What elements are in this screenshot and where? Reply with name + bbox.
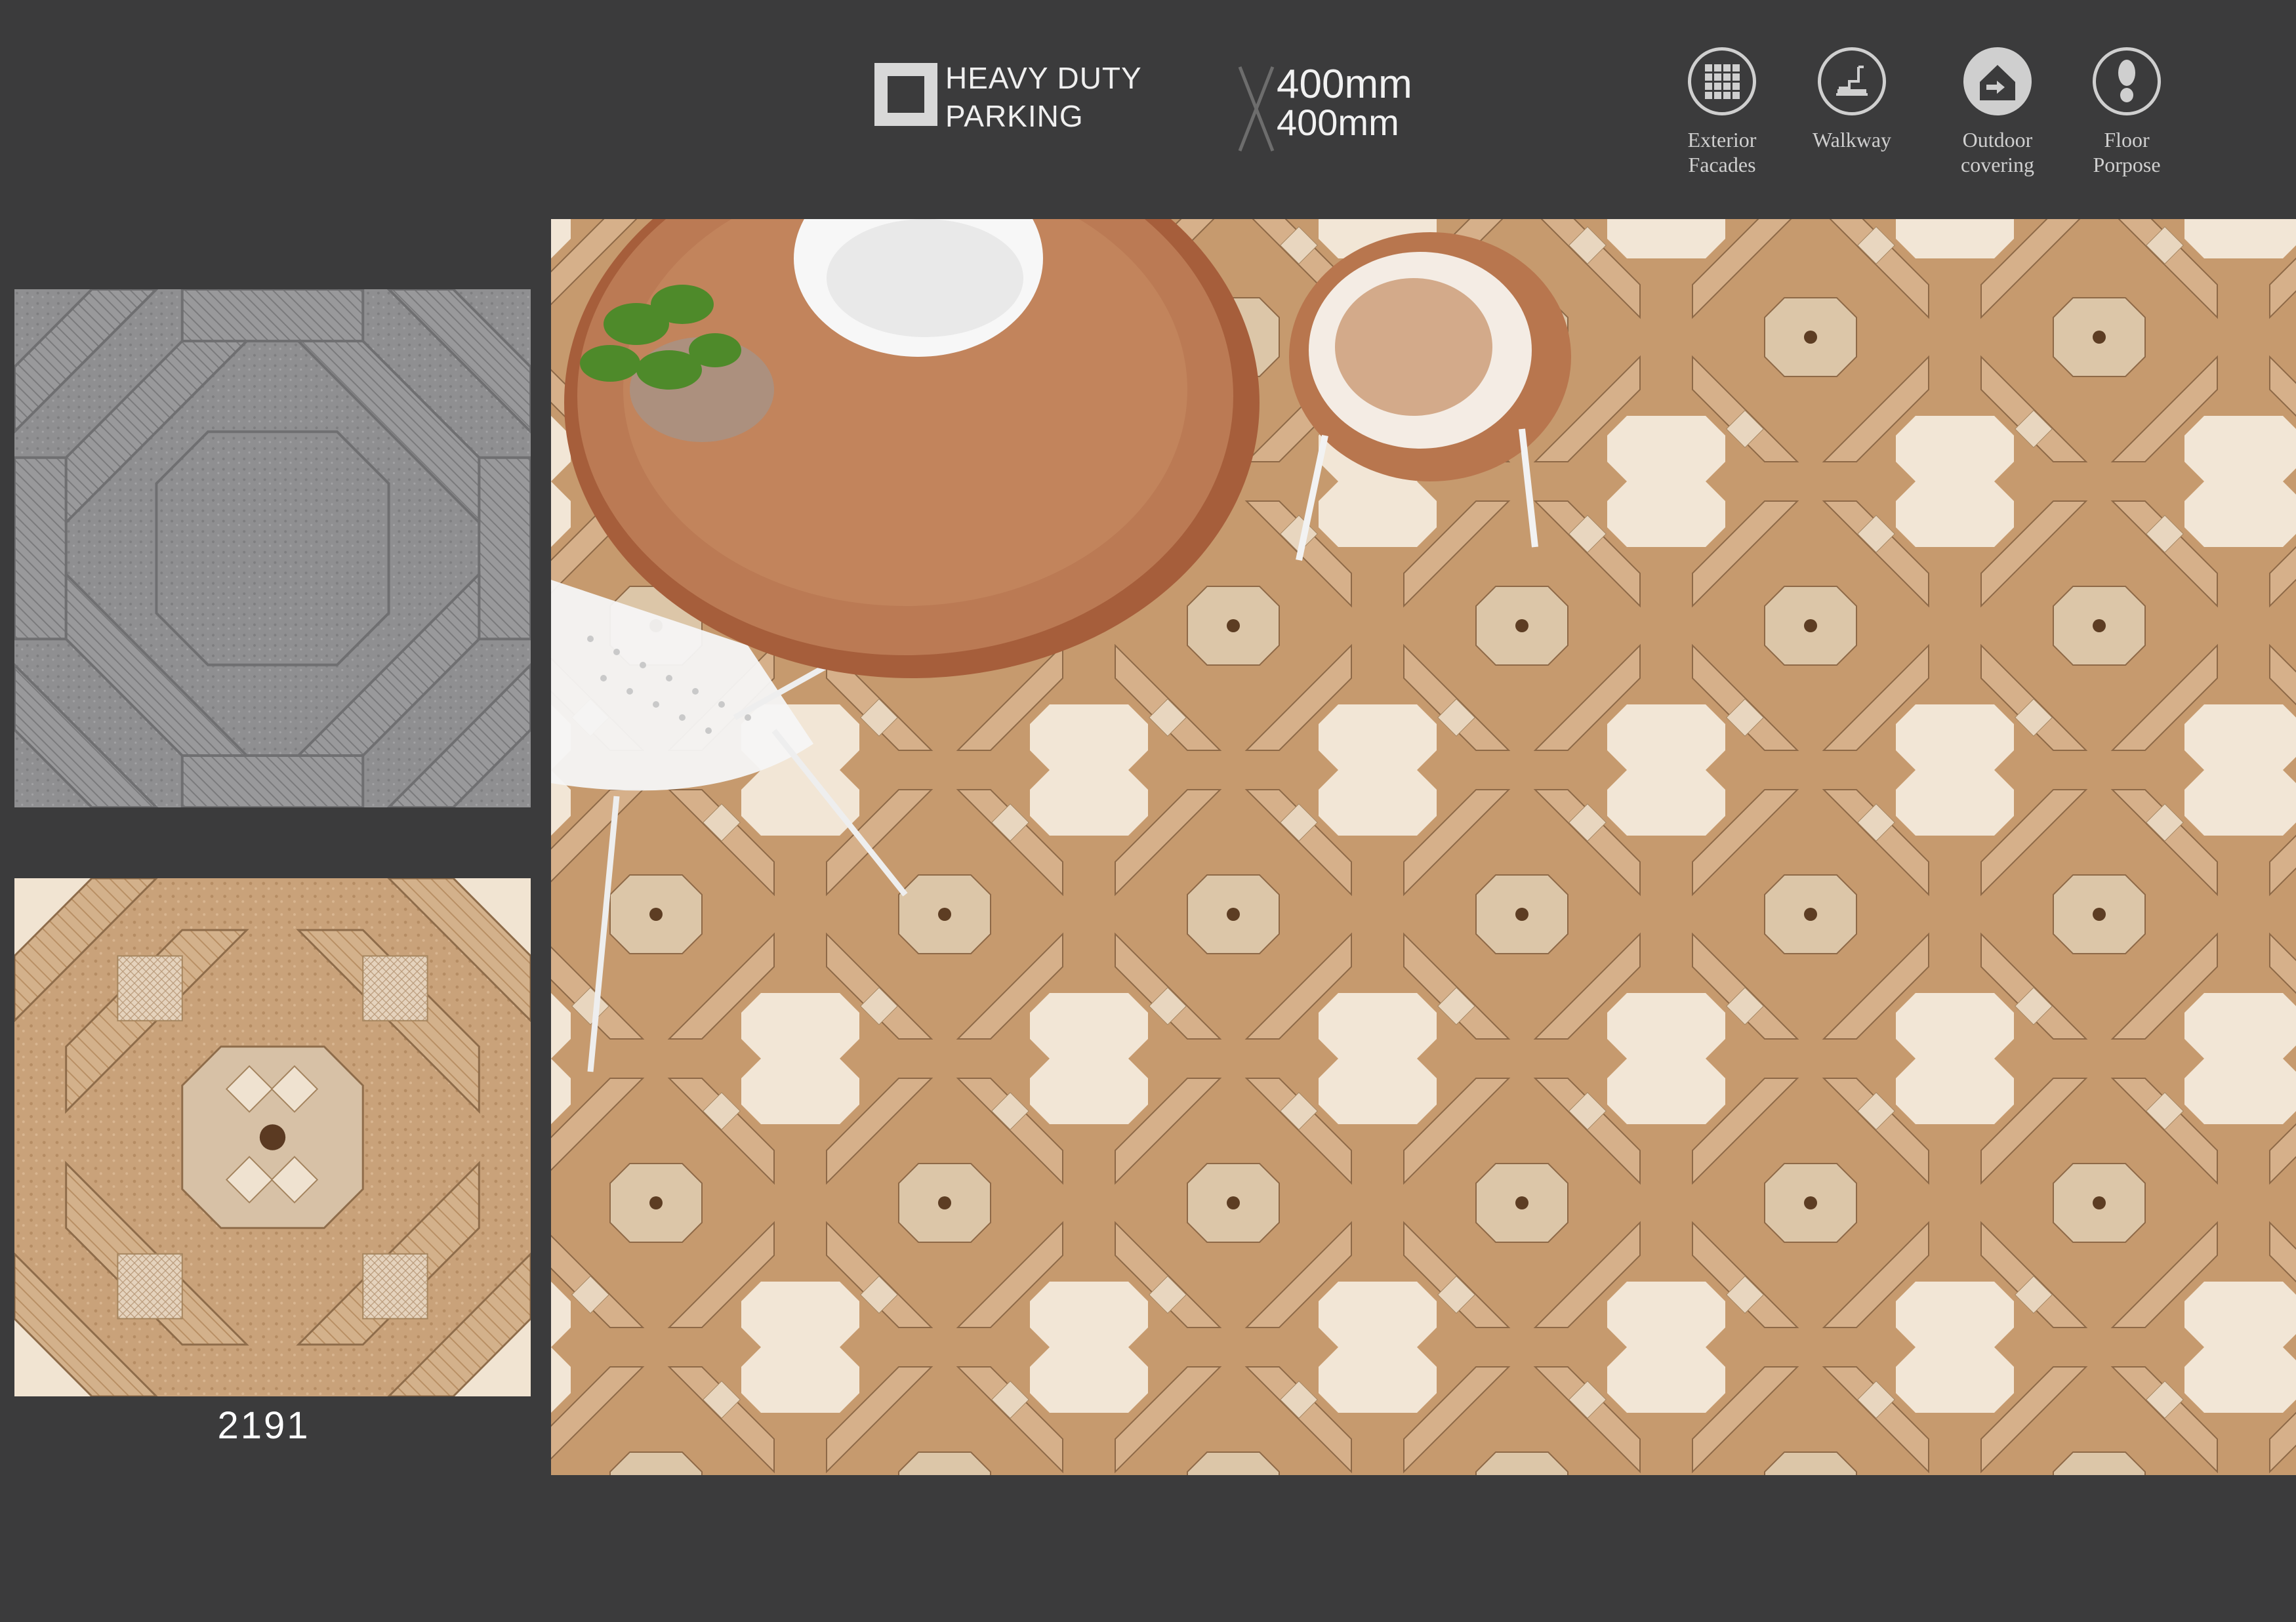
usage-walkway: Walkway — [1786, 47, 1917, 152]
house-icon — [1963, 47, 2032, 115]
size-height: 400mm — [1277, 102, 1399, 143]
tile-size: 400mm 400mm — [1227, 52, 1476, 157]
room-scene-image — [551, 219, 2296, 1475]
product-code: 2191 — [217, 1404, 310, 1447]
size-width: 400mm — [1277, 62, 1412, 107]
footprint-icon — [2093, 47, 2161, 115]
usage-outdoor-covering: Outdoor covering — [1932, 47, 2063, 177]
feature-badge: HEAVY DUTY PARKING — [874, 59, 1242, 144]
steps-icon — [1818, 47, 1886, 115]
usage-label: Floor Porpose — [2093, 128, 2161, 176]
grid-facade-icon — [1688, 47, 1756, 115]
usage-label: Outdoor covering — [1961, 128, 2034, 176]
usage-exterior-facades: Exterior Facades — [1656, 47, 1788, 177]
usage-label: Walkway — [1812, 128, 1892, 152]
tile-relief-preview — [14, 289, 531, 807]
square-icon — [874, 63, 937, 126]
feature-label: HEAVY DUTY PARKING — [945, 59, 1142, 135]
tile-color-preview — [14, 878, 531, 1396]
feature-line-2: PARKING — [945, 99, 1084, 133]
usage-floor: Floor Porpose — [2061, 47, 2192, 177]
feature-line-1: HEAVY DUTY — [945, 61, 1142, 95]
usage-label: Exterior Facades — [1687, 128, 1757, 176]
